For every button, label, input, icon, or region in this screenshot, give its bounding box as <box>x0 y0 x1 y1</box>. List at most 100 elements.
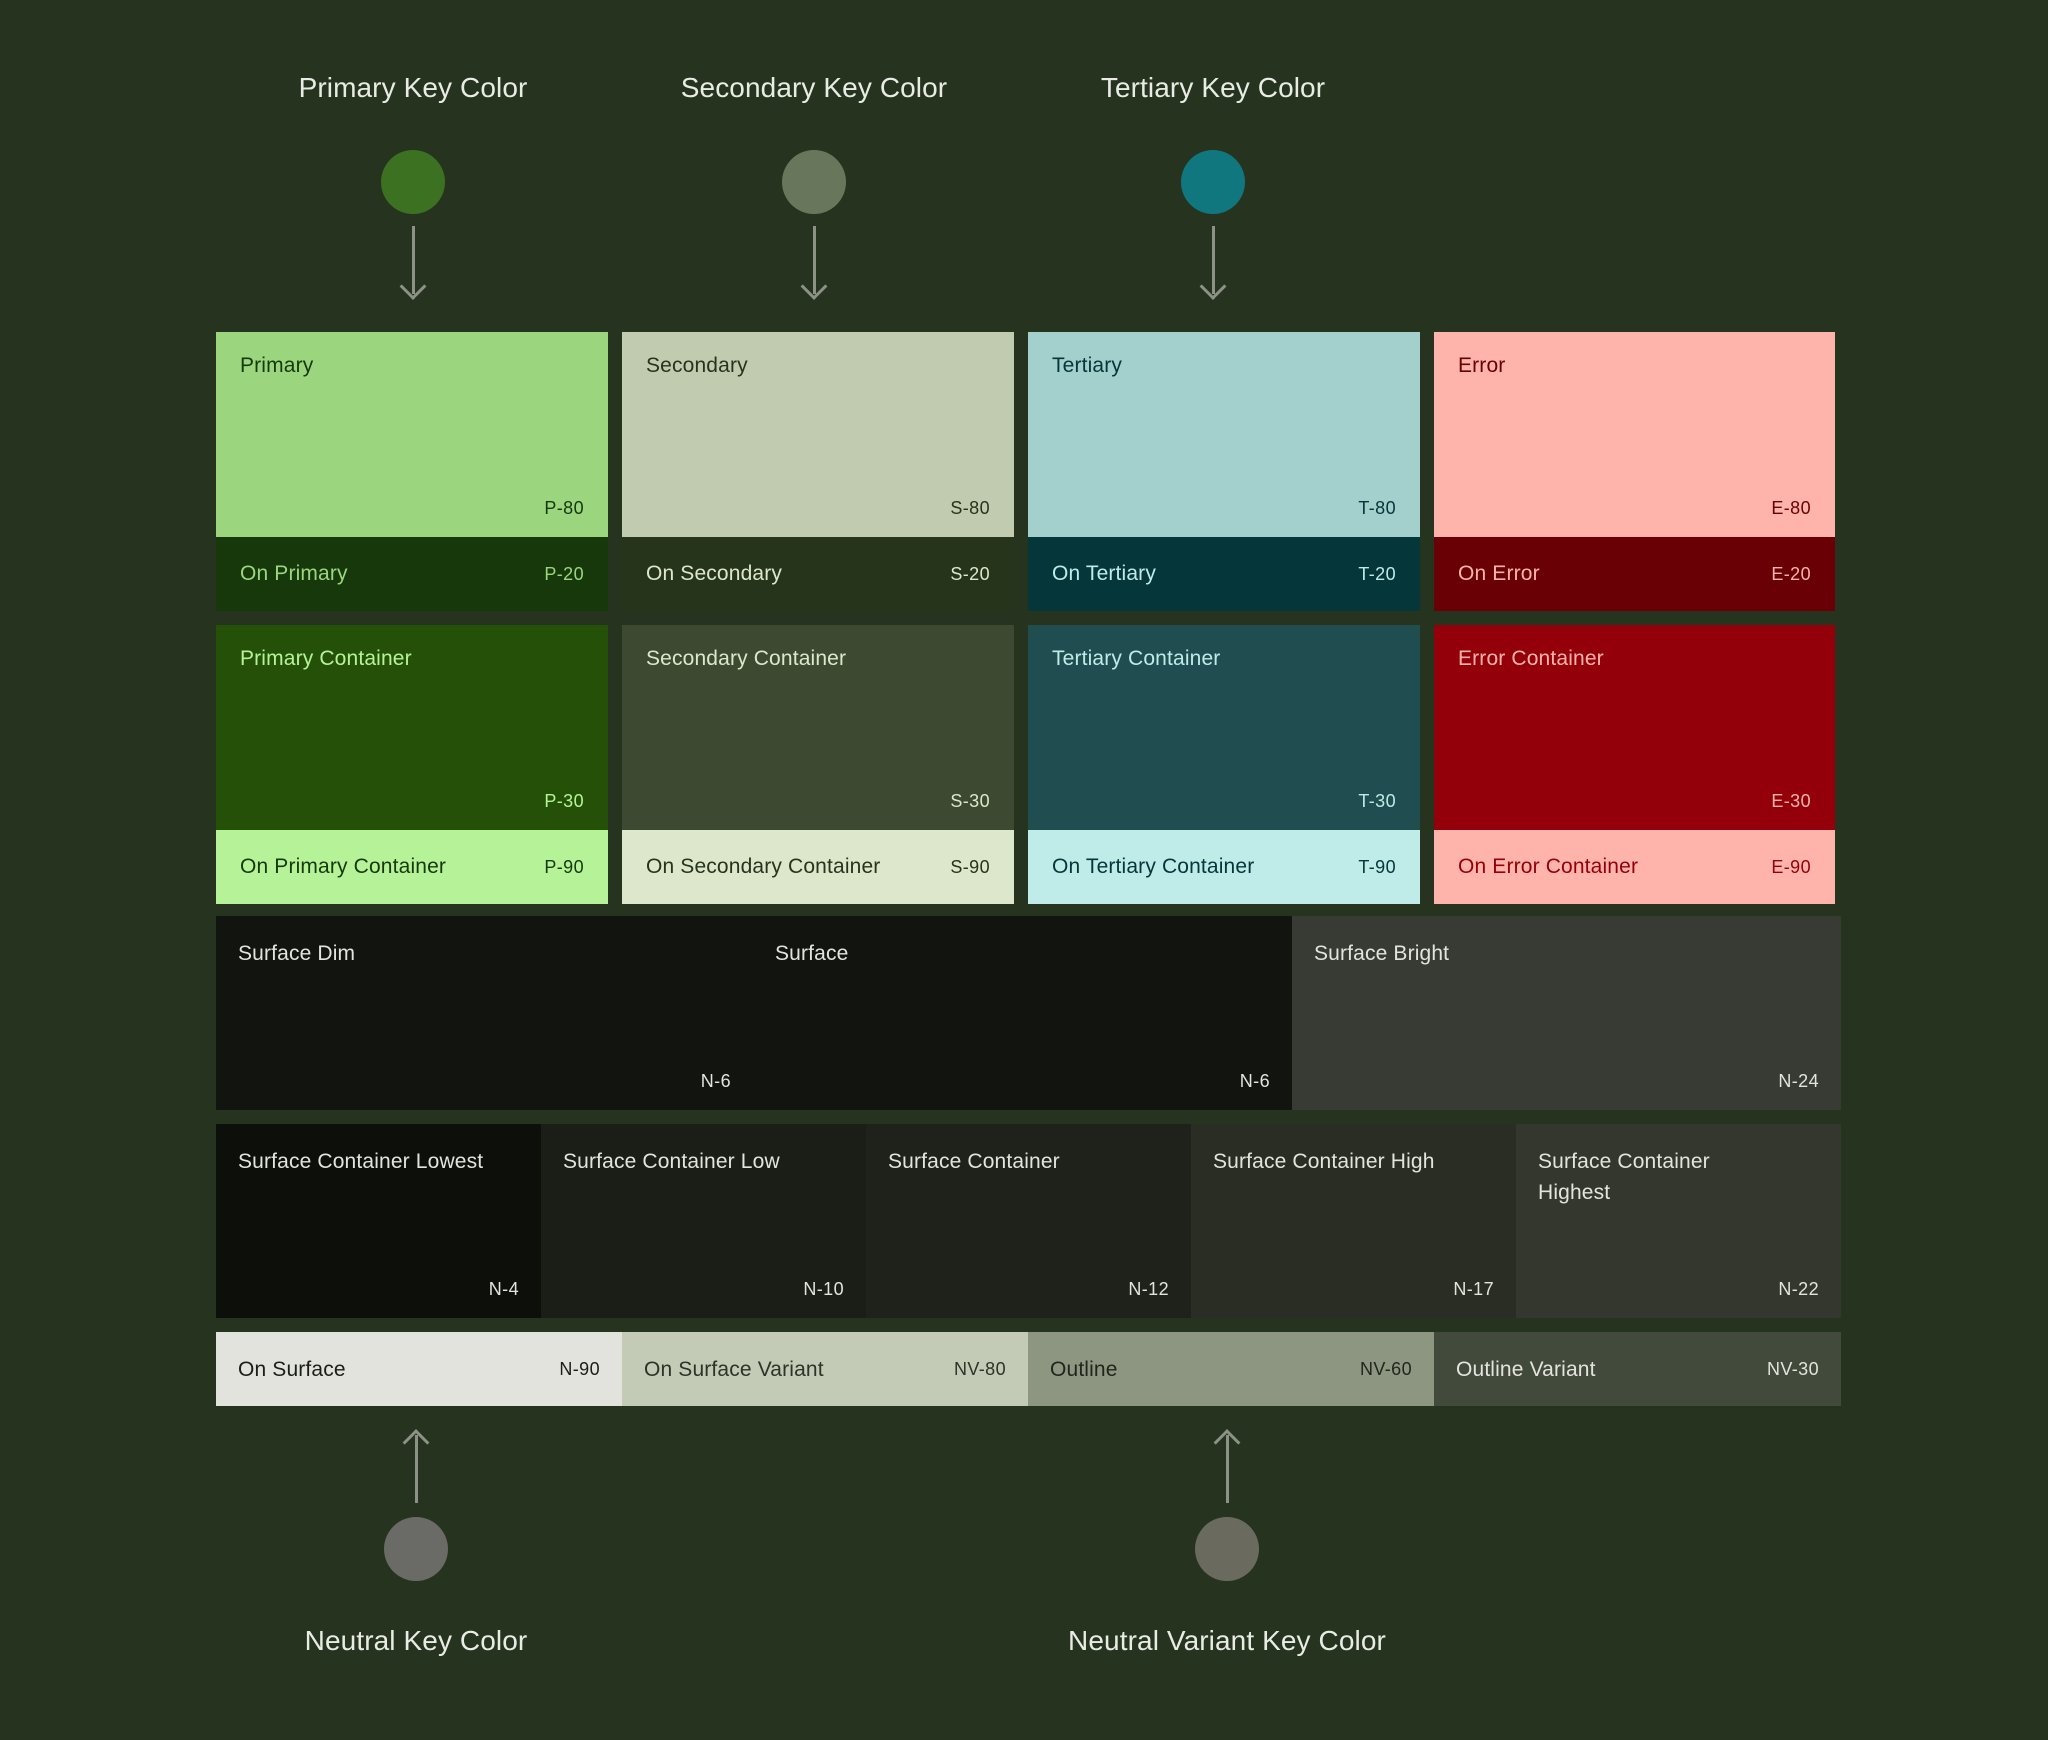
swatch-tone: S-90 <box>950 856 990 877</box>
palette-column-error: Error E-80 On Error E-20 Error Container… <box>1434 332 1835 904</box>
column-gap <box>1028 611 1420 625</box>
swatch-tone: NV-60 <box>1359 1358 1412 1379</box>
swatch-label: Surface Container <box>888 1150 1060 1173</box>
swatch-tone: NV-30 <box>1766 1358 1819 1379</box>
swatch-label: Surface Container High <box>1213 1150 1435 1173</box>
key-color-neutral-variant-label: Neutral Variant Key Color <box>1068 1625 1386 1656</box>
key-color-secondary-swatch <box>782 150 846 214</box>
swatch-tertiary[interactable]: Tertiary T-80 <box>1028 332 1420 537</box>
swatch-tone: NV-80 <box>953 1358 1006 1379</box>
key-color-neutral: Neutral Key Color <box>246 1435 586 1657</box>
column-gap <box>1434 611 1835 625</box>
key-color-secondary-label: Secondary Key Color <box>680 72 948 103</box>
key-color-neutral-variant: Neutral Variant Key Color <box>1057 1435 1397 1657</box>
swatch-on-primary[interactable]: On Primary P-20 <box>216 537 608 611</box>
swatch-tone: N-12 <box>1128 1279 1169 1299</box>
swatch-label: On Surface Variant <box>644 1357 824 1381</box>
swatch-tone: N-6 <box>700 1071 731 1091</box>
swatch-tone: N-4 <box>488 1279 519 1299</box>
swatch-label: Surface Container Low <box>563 1150 780 1173</box>
swatch-label: Outline <box>1050 1357 1118 1381</box>
swatch-on-primary-container[interactable]: On Primary Container P-90 <box>216 830 608 904</box>
swatch-tone: S-20 <box>950 563 990 584</box>
key-color-tertiary-label: Tertiary Key Color <box>1100 72 1326 103</box>
column-gap <box>216 611 608 625</box>
palette-column-primary: Primary P-80 On Primary P-20 Primary Con… <box>216 332 608 904</box>
swatch-label: Primary <box>240 354 314 377</box>
swatch-tone: E-80 <box>1771 498 1811 518</box>
swatch-outline[interactable]: Outline NV-60 <box>1028 1332 1434 1406</box>
swatch-label: On Error Container <box>1458 855 1639 878</box>
palette-grid: Primary P-80 On Primary P-20 Primary Con… <box>216 332 1841 904</box>
key-color-tertiary: Tertiary Key Color <box>1043 72 1383 294</box>
swatch-primary-container[interactable]: Primary Container P-30 <box>216 625 608 830</box>
swatch-label: On Primary <box>240 562 348 585</box>
key-color-secondary: Secondary Key Color <box>644 72 984 294</box>
swatch-surface-container-high[interactable]: Surface Container High N-17 <box>1191 1124 1516 1318</box>
swatch-on-secondary[interactable]: On Secondary S-20 <box>622 537 1014 611</box>
swatch-outline-variant[interactable]: Outline Variant NV-30 <box>1434 1332 1841 1406</box>
swatch-tone: S-80 <box>950 498 990 518</box>
swatch-tone: P-90 <box>544 856 584 877</box>
swatch-label: Surface Container Highest <box>1538 1150 1710 1204</box>
swatch-tertiary-container[interactable]: Tertiary Container T-30 <box>1028 625 1420 830</box>
swatch-on-surface-variant[interactable]: On Surface Variant NV-80 <box>622 1332 1028 1406</box>
swatch-on-tertiary-container[interactable]: On Tertiary Container T-90 <box>1028 830 1420 904</box>
swatch-tone: N-6 <box>1239 1071 1270 1091</box>
swatch-surface-dim[interactable]: Surface Dim N-6 <box>216 916 753 1110</box>
swatch-label: On Secondary Container <box>646 855 881 878</box>
swatch-surface-container-lowest[interactable]: Surface Container Lowest N-4 <box>216 1124 541 1318</box>
swatch-label: Tertiary Container <box>1052 647 1221 670</box>
swatch-label: On Tertiary Container <box>1052 855 1255 878</box>
color-scheme-diagram: Primary Key Color Secondary Key Color Te… <box>0 0 2048 1740</box>
swatch-surface-container[interactable]: Surface Container N-12 <box>866 1124 1191 1318</box>
swatch-label: On Error <box>1458 562 1540 585</box>
swatch-label: Secondary <box>646 354 748 377</box>
arrow-down-icon <box>411 226 415 294</box>
swatch-on-surface[interactable]: On Surface N-90 <box>216 1332 622 1406</box>
swatch-tone: E-30 <box>1771 791 1811 811</box>
arrow-up-icon <box>1225 1435 1229 1503</box>
key-color-neutral-swatch <box>384 1517 448 1581</box>
swatch-tone: T-90 <box>1358 856 1396 877</box>
swatch-secondary-container[interactable]: Secondary Container S-30 <box>622 625 1014 830</box>
swatch-label: On Secondary <box>646 562 783 585</box>
swatch-tone: N-24 <box>1778 1071 1819 1091</box>
swatch-on-error-container[interactable]: On Error Container E-90 <box>1434 830 1835 904</box>
swatch-on-tertiary[interactable]: On Tertiary T-20 <box>1028 537 1420 611</box>
swatch-tone: P-20 <box>544 563 584 584</box>
swatch-tone: P-30 <box>544 791 584 811</box>
swatch-label: Secondary Container <box>646 647 847 670</box>
swatch-on-secondary-container[interactable]: On Secondary Container S-90 <box>622 830 1014 904</box>
swatch-surface-container-highest[interactable]: Surface Container Highest N-22 <box>1516 1124 1841 1318</box>
swatch-error-container[interactable]: Error Container E-30 <box>1434 625 1835 830</box>
swatch-surface[interactable]: Surface N-6 <box>753 916 1292 1110</box>
arrow-down-icon <box>812 226 816 294</box>
swatch-tone: S-30 <box>950 791 990 811</box>
swatch-tone: E-90 <box>1771 856 1811 877</box>
swatch-surface-bright[interactable]: Surface Bright N-24 <box>1292 916 1841 1110</box>
swatch-tone: N-22 <box>1778 1279 1819 1299</box>
swatch-label: Surface Dim <box>238 942 356 965</box>
swatch-label: Surface Bright <box>1314 942 1450 965</box>
swatch-tone: P-80 <box>544 498 584 518</box>
swatch-surface-container-low[interactable]: Surface Container Low N-10 <box>541 1124 866 1318</box>
swatch-tone: N-10 <box>803 1279 844 1299</box>
arrow-up-icon <box>414 1435 418 1503</box>
swatch-primary[interactable]: Primary P-80 <box>216 332 608 537</box>
swatch-on-error[interactable]: On Error E-20 <box>1434 537 1835 611</box>
swatch-label: Outline Variant <box>1456 1357 1596 1381</box>
swatch-label: Primary Container <box>240 647 412 670</box>
swatch-label: Error Container <box>1458 647 1604 670</box>
swatch-tone: T-30 <box>1358 791 1396 811</box>
swatch-tone: E-20 <box>1771 563 1811 584</box>
key-color-tertiary-swatch <box>1181 150 1245 214</box>
column-gap <box>622 611 1014 625</box>
swatch-label: Tertiary <box>1052 354 1123 377</box>
swatch-secondary[interactable]: Secondary S-80 <box>622 332 1014 537</box>
key-color-primary: Primary Key Color <box>243 72 583 294</box>
swatch-label: Surface Container Lowest <box>238 1150 484 1173</box>
swatch-error[interactable]: Error E-80 <box>1434 332 1835 537</box>
palette-column-tertiary: Tertiary T-80 On Tertiary T-20 Tertiary … <box>1028 332 1420 904</box>
key-color-neutral-variant-swatch <box>1195 1517 1259 1581</box>
